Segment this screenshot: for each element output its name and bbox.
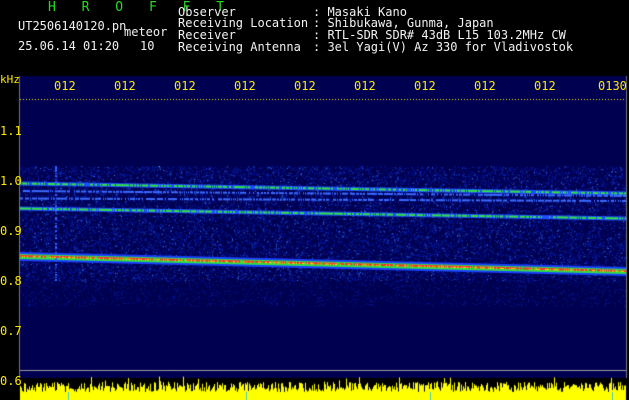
x-tick-label: 012 <box>354 79 376 93</box>
x-tick-label: 012 <box>294 79 316 93</box>
y-tick-label: 0.8 <box>0 274 22 288</box>
x-tick-label: 0130 <box>598 79 627 93</box>
x-tick-label: 012 <box>174 79 196 93</box>
field-label-antenna: Receiving Antenna <box>178 40 301 54</box>
y-tick-label: 1.0 <box>0 174 22 188</box>
datetime: 25.06.14 01:20 <box>18 39 120 53</box>
y-tick-label: 0.6 <box>0 374 22 388</box>
interval: 10 <box>140 39 155 53</box>
x-tick-label: 012 <box>474 79 496 93</box>
header: H R O F F T UT2506140120.pn meteor 25.06… <box>0 0 629 75</box>
y-tick-label: 0.7 <box>0 324 22 338</box>
y-tick-label: 1.1 <box>0 124 22 138</box>
x-tick-label: 012 <box>534 79 556 93</box>
filename-suffix: meteor <box>124 25 168 39</box>
y-tick-label: 0.9 <box>0 224 22 238</box>
x-tick-label: 012 <box>234 79 256 93</box>
filename: UT2506140120.pn <box>18 19 127 33</box>
y-axis-label: kHz <box>0 73 20 86</box>
x-tick-label: 012 <box>54 79 76 93</box>
x-tick-label: 012 <box>114 79 136 93</box>
field-value-antenna: : 3el Yagi(V) Az 330 for Vladivostok <box>313 40 574 54</box>
x-tick-label: 012 <box>414 79 436 93</box>
